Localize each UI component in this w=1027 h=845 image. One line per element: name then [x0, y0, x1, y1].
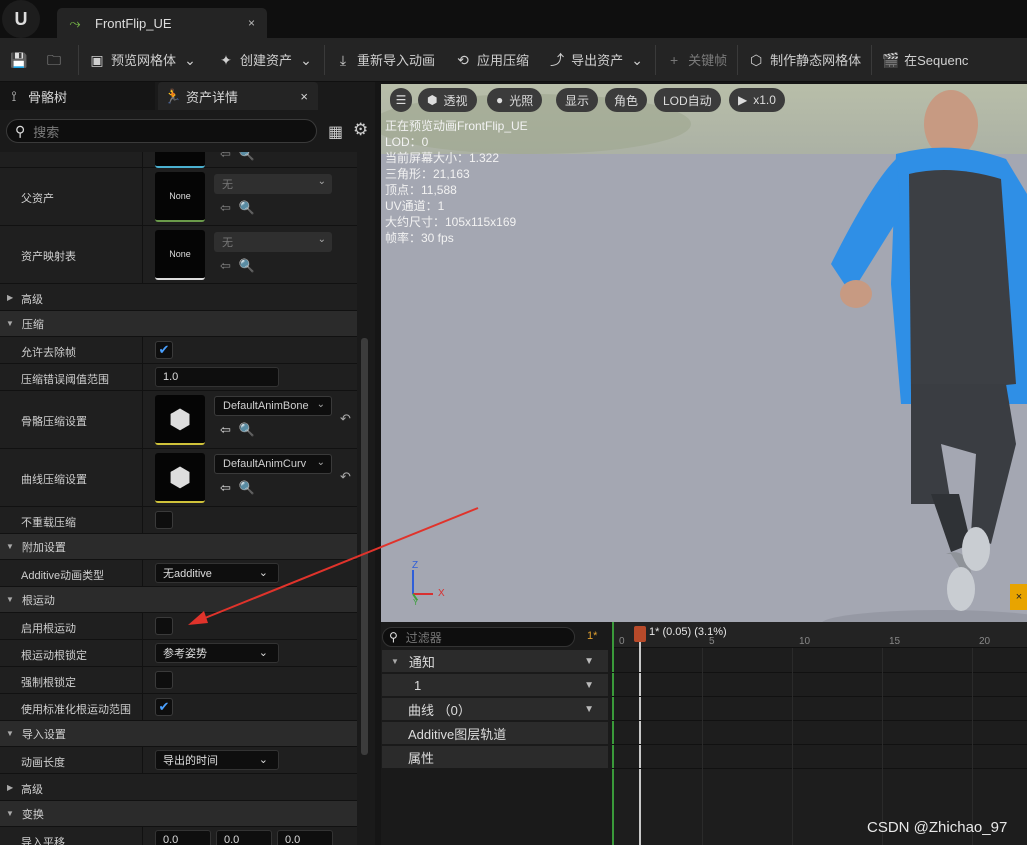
annotation-arrow: [188, 507, 479, 625]
watermark: CSDN @Zhichao_97: [867, 819, 1008, 836]
